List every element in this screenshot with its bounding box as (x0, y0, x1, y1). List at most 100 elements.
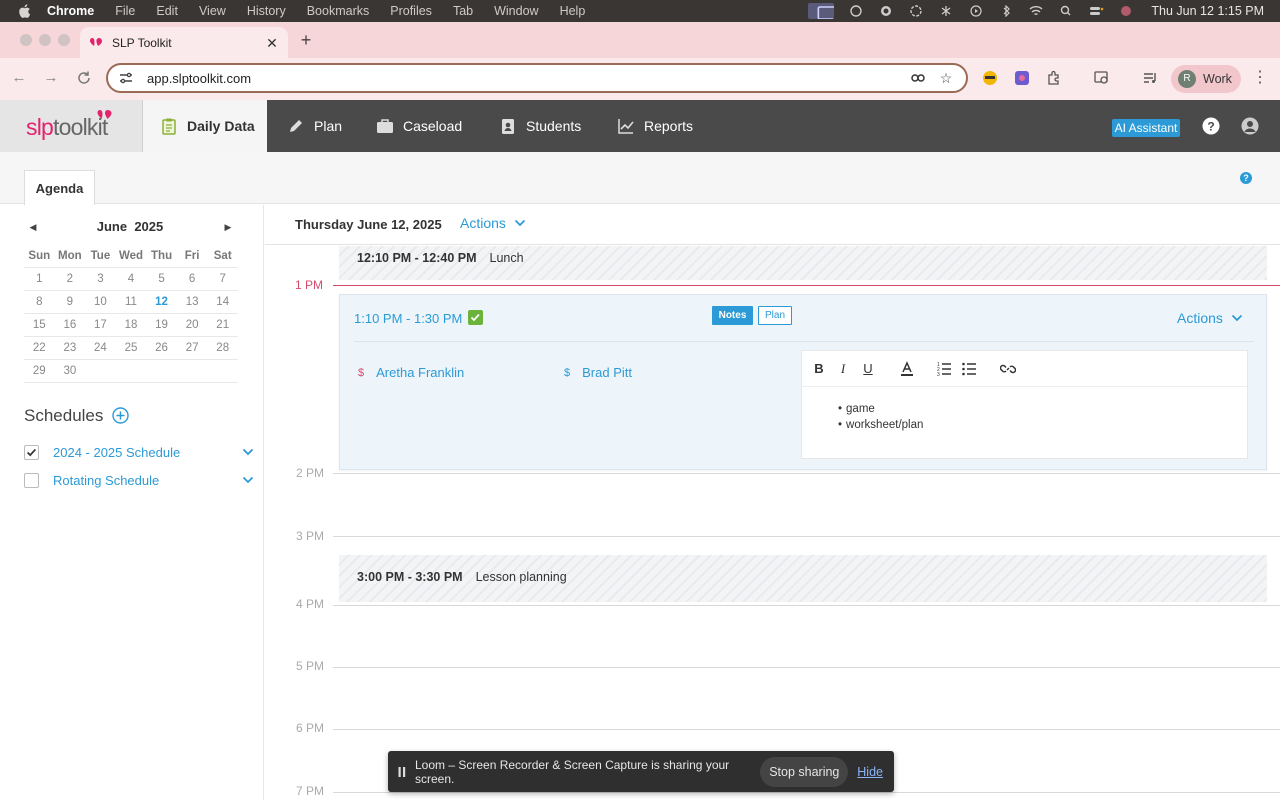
add-schedule-icon[interactable] (112, 407, 129, 424)
calendar-day[interactable]: 8 (24, 291, 55, 314)
event-block[interactable]: 3:00 PM - 3:30 PM Lesson planning (339, 555, 1267, 602)
screen-share-icon[interactable] (808, 3, 835, 19)
media-controls-icon[interactable] (1142, 70, 1158, 86)
agenda-actions-dropdown[interactable]: Actions (460, 215, 526, 231)
chevron-down-icon[interactable] (242, 448, 254, 456)
bluetooth-icon[interactable] (998, 5, 1014, 17)
calendar-day[interactable]: 10 (85, 291, 116, 314)
menu-edit[interactable]: Edit (156, 4, 178, 18)
plan-toggle-button[interactable]: Plan (758, 306, 792, 325)
url-text[interactable]: app.slptoolkit.com (147, 71, 910, 86)
notes-editor[interactable]: B I U 123 game worksheet/plan (801, 350, 1248, 459)
calendar-day[interactable]: 22 (24, 337, 55, 360)
calendar-day[interactable]: 27 (177, 337, 208, 360)
student-entry[interactable]: $ Aretha Franklin (358, 365, 464, 380)
calendar-day[interactable]: 5 (146, 268, 177, 291)
user-account-icon[interactable] (1241, 117, 1259, 135)
underline-icon[interactable]: U (860, 361, 876, 377)
ordered-list-icon[interactable]: 123 (936, 361, 952, 377)
back-arrow-icon[interactable]: ← (11, 70, 27, 86)
nav-students[interactable]: Students (499, 100, 581, 152)
calendar-day[interactable]: 24 (85, 337, 116, 360)
calendar-day[interactable]: 25 (116, 337, 147, 360)
session-actions-dropdown[interactable]: Actions (1177, 310, 1243, 326)
calendar-day[interactable]: 13 (177, 291, 208, 314)
student-name[interactable]: Aretha Franklin (376, 365, 464, 380)
window-zoom-button[interactable] (58, 34, 70, 46)
chevron-down-icon[interactable] (242, 476, 254, 484)
menu-tab[interactable]: Tab (453, 4, 473, 18)
bold-icon[interactable]: B (811, 361, 827, 377)
forward-arrow-icon[interactable]: → (43, 70, 59, 86)
nav-plan[interactable]: Plan (287, 100, 342, 152)
control-center-icon[interactable] (1088, 5, 1104, 17)
password-key-icon[interactable] (910, 70, 926, 86)
session-complete-checkbox[interactable] (468, 310, 483, 325)
help-question-icon[interactable]: ? (1202, 117, 1220, 135)
tab-close-icon[interactable]: ✕ (264, 35, 280, 51)
next-month-icon[interactable]: ▶ (223, 222, 233, 232)
schedule-label[interactable]: 2024 - 2025 Schedule (53, 445, 242, 460)
text-color-icon[interactable] (899, 361, 915, 377)
nav-caseload[interactable]: Caseload (376, 100, 462, 152)
calendar-day[interactable]: 11 (116, 291, 147, 314)
schedule-checkbox[interactable] (24, 444, 39, 460)
calendar-day[interactable]: 28 (207, 337, 238, 360)
calendar-day[interactable]: 19 (146, 314, 177, 337)
calendar-day[interactable]: 7 (207, 268, 238, 291)
calendar-day[interactable]: 6 (177, 268, 208, 291)
browser-tab[interactable]: SLP Toolkit ✕ (80, 27, 288, 58)
session-time[interactable]: 1:10 PM - 1:30 PM (354, 311, 462, 326)
student-entry[interactable]: $ Brad Pitt (564, 365, 632, 380)
fan-icon[interactable] (938, 5, 954, 17)
window-minimize-button[interactable] (39, 34, 51, 46)
link-icon[interactable] (1000, 361, 1016, 377)
calendar-day[interactable]: 16 (55, 314, 86, 337)
schedule-item[interactable]: Rotating Schedule (24, 470, 254, 490)
address-bar[interactable]: app.slptoolkit.com ☆ (106, 63, 968, 93)
hide-link[interactable]: Hide (857, 765, 883, 779)
menu-view[interactable]: View (199, 4, 226, 18)
menu-help[interactable]: Help (560, 4, 586, 18)
calendar-day[interactable]: 20 (177, 314, 208, 337)
pause-icon[interactable] (397, 766, 407, 777)
menu-history[interactable]: History (247, 4, 286, 18)
calendar-day[interactable]: 4 (116, 268, 147, 291)
notes-toggle-button[interactable]: Notes (712, 306, 753, 325)
calendar-day[interactable]: 18 (116, 314, 147, 337)
bullet-list-icon[interactable] (961, 361, 977, 377)
reload-icon[interactable] (76, 70, 92, 86)
menu-app-name[interactable]: Chrome (47, 4, 94, 18)
browser-menu-icon[interactable]: ⋮ (1252, 70, 1268, 86)
wifi-icon[interactable] (1028, 5, 1044, 17)
extension-emoji-icon[interactable] (982, 70, 998, 86)
help-circle-icon[interactable]: ? (1240, 172, 1252, 184)
menu-file[interactable]: File (115, 4, 135, 18)
window-close-button[interactable] (20, 34, 32, 46)
menu-bookmarks[interactable]: Bookmarks (307, 4, 370, 18)
profile-chip[interactable]: R Work (1171, 65, 1241, 93)
menu-bar-clock[interactable]: Thu Jun 12 1:15 PM (1151, 4, 1264, 18)
tab-agenda[interactable]: Agenda (24, 170, 95, 205)
calendar-day[interactable]: 1 (24, 268, 55, 291)
extension-ai-icon[interactable] (1014, 70, 1030, 86)
tab-search-icon[interactable] (1094, 70, 1110, 86)
spotlight-search-icon[interactable] (1058, 5, 1074, 17)
stop-sharing-button[interactable]: Stop sharing (760, 756, 849, 787)
calendar-day[interactable]: 30 (55, 360, 86, 383)
ai-assistant-button[interactable]: AI Assistant (1112, 119, 1180, 137)
apple-icon[interactable] (17, 4, 31, 18)
openai-icon[interactable] (908, 5, 924, 17)
schedule-checkbox[interactable] (24, 472, 39, 488)
calendar-day[interactable]: 2 (55, 268, 86, 291)
site-info-icon[interactable] (118, 70, 134, 86)
student-name[interactable]: Brad Pitt (582, 365, 632, 380)
schedule-item[interactable]: 2024 - 2025 Schedule (24, 442, 254, 462)
calendar-day[interactable]: 15 (24, 314, 55, 337)
menu-profiles[interactable]: Profiles (390, 4, 432, 18)
creative-cloud-icon[interactable] (848, 5, 864, 17)
nav-daily-data[interactable]: Daily Data (143, 100, 267, 152)
calendar-day[interactable]: 17 (85, 314, 116, 337)
menu-window[interactable]: Window (494, 4, 538, 18)
italic-icon[interactable]: I (835, 361, 851, 377)
